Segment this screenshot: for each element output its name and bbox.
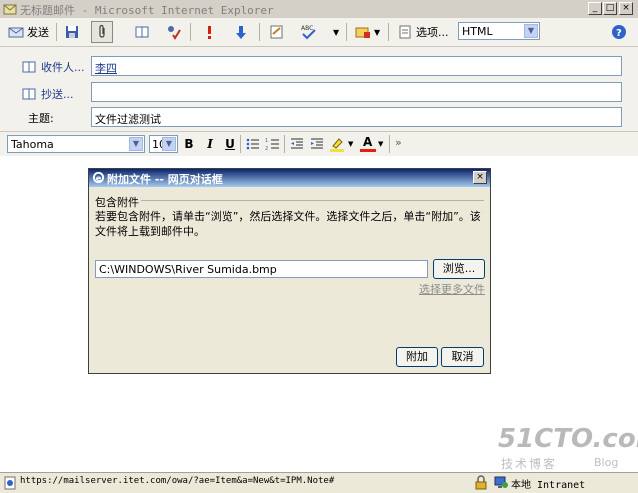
check-names-icon[interactable] [165, 24, 181, 40]
font-color-swatch [360, 149, 376, 152]
svg-text:e: e [96, 173, 102, 183]
watermark-tagline: 技术博客 [501, 457, 558, 471]
svg-text:ABC: ABC [301, 25, 313, 32]
low-importance-icon[interactable] [233, 24, 249, 40]
address-book-icon [22, 88, 36, 100]
minimize-button[interactable]: _ [588, 2, 602, 15]
font-color-button[interactable]: A [360, 135, 376, 152]
font-size-select[interactable]: 10 ▼ [149, 135, 178, 153]
browse-button[interactable]: 浏览... [433, 259, 485, 279]
send-label: 发送 [27, 26, 49, 39]
attach-button[interactable] [91, 21, 113, 43]
dialog-close-button[interactable]: × [473, 171, 487, 184]
chevron-down-icon[interactable]: ▼ [378, 140, 383, 148]
attach-file-dialog: e 附加文件 -- 网页对话框 × 包含附件 若要包含附件，请单击“浏览”，然后… [88, 168, 491, 374]
svg-text:1: 1 [265, 138, 268, 144]
cancel-button[interactable]: 取消 [441, 347, 484, 367]
page-icon [4, 476, 16, 490]
chevron-down-icon[interactable]: ▼ [348, 140, 353, 148]
italic-button[interactable]: I [202, 136, 218, 152]
chevron-down-icon: ▼ [129, 137, 143, 151]
toolbar-divider [190, 23, 191, 41]
subject-label: 主题: [28, 112, 54, 125]
address-book-icon [22, 61, 36, 73]
message-format-value: HTML [462, 25, 493, 38]
address-book-icon[interactable] [134, 24, 150, 40]
ie-logo-icon [3, 4, 17, 15]
svg-text:?: ? [616, 28, 622, 39]
underline-button[interactable]: U [222, 136, 238, 152]
message-toolbar: 发送 ABC ▼ ▼ 选项... HTML ▼ ? [0, 18, 638, 47]
to-recipient[interactable]: 李四 [95, 60, 117, 76]
signature-icon[interactable] [269, 24, 285, 40]
formatting-toolbar: Tahoma ▼ 10 ▼ B I U 12 ▼ A ▼ » [0, 131, 638, 157]
more-formatting-icon[interactable]: » [395, 136, 402, 149]
save-icon[interactable] [64, 24, 80, 40]
font-value: Tahoma [11, 138, 54, 151]
dialog-title-bar: e 附加文件 -- 网页对话框 × [89, 169, 490, 187]
toolbar-divider [388, 23, 389, 41]
chevron-down-icon: ▼ [162, 137, 176, 151]
dialog-title: 附加文件 -- 网页对话框 [107, 173, 223, 186]
status-url: https://mailserver.itet.com/owa/?ae=Item… [20, 476, 335, 486]
cc-label: 抄送... [41, 88, 74, 101]
dialog-instructions: 若要包含附件，请单击“浏览”，然后选择文件。选择文件之后，单击“附加”。该文件将… [95, 210, 481, 238]
message-header: 收件人... 李四 抄送... 主题: 文件过滤测试 [0, 47, 638, 131]
help-icon[interactable]: ? [611, 24, 627, 40]
chevron-down-icon: ▼ [524, 24, 538, 38]
document-icon [399, 25, 411, 39]
subject-value: 文件过滤测试 [95, 113, 161, 126]
subject-field[interactable]: 文件过滤测试 [91, 107, 622, 127]
select-more-files-link[interactable]: 选择更多文件 [419, 281, 485, 297]
send-icon [8, 27, 24, 38]
intranet-zone-icon [494, 476, 508, 488]
attach-confirm-button[interactable]: 附加 [396, 347, 438, 367]
mail-flag-icon[interactable] [355, 24, 371, 40]
title-bar: 无标题邮件 - Microsoft Internet Explorer _ □ … [0, 0, 638, 18]
spelling-check-icon[interactable]: ABC [300, 24, 316, 40]
bold-button[interactable]: B [181, 136, 197, 152]
file-path-value: C:\WINDOWS\River Sumida.bmp [99, 263, 277, 276]
security-zone: 本地 Intranet [511, 480, 586, 491]
numbered-list-icon[interactable]: 12 [265, 136, 281, 152]
to-button[interactable]: 收件人... [21, 59, 85, 75]
font-select[interactable]: Tahoma ▼ [7, 135, 145, 153]
close-button[interactable]: × [619, 2, 633, 15]
options-label: 选项... [416, 26, 449, 39]
cc-button[interactable]: 抄送... [21, 86, 74, 102]
toolbar-divider [259, 23, 260, 41]
toolbar-divider [346, 23, 347, 41]
chevron-down-icon[interactable]: ▼ [374, 28, 380, 37]
window-title: 无标题邮件 - Microsoft Internet Explorer [20, 4, 274, 17]
to-field[interactable]: 李四 [91, 56, 622, 76]
paperclip-icon [99, 24, 105, 38]
toolbar-divider [389, 135, 390, 153]
font-color-glyph: A [363, 135, 373, 149]
send-button[interactable]: 发送 [8, 22, 49, 42]
maximize-button[interactable]: □ [603, 2, 617, 15]
highlight-icon[interactable] [329, 136, 345, 152]
ie-logo-icon: e [92, 171, 105, 183]
bulleted-list-icon[interactable] [245, 136, 261, 152]
lock-icon [475, 475, 487, 490]
file-path-input[interactable]: C:\WINDOWS\River Sumida.bmp [95, 260, 428, 278]
watermark-blog: Blog [594, 456, 619, 469]
message-format-select[interactable]: HTML ▼ [458, 22, 540, 40]
status-bar: https://mailserver.itet.com/owa/?ae=Item… [0, 472, 638, 493]
high-importance-icon[interactable] [201, 24, 217, 40]
to-label: 收件人... [41, 61, 85, 74]
toolbar-divider [284, 135, 285, 153]
options-button[interactable]: 选项... [397, 22, 449, 42]
svg-text:2: 2 [265, 146, 268, 152]
decrease-indent-icon[interactable] [289, 136, 305, 152]
watermark-site: 51CTO.com [498, 424, 638, 454]
chevron-down-icon[interactable]: ▼ [333, 28, 339, 37]
group-divider [95, 200, 484, 201]
increase-indent-icon[interactable] [309, 136, 325, 152]
toolbar-divider [56, 23, 57, 41]
cc-field[interactable] [91, 82, 622, 102]
group-label: 包含附件 [95, 194, 141, 210]
toolbar-divider [240, 135, 241, 153]
